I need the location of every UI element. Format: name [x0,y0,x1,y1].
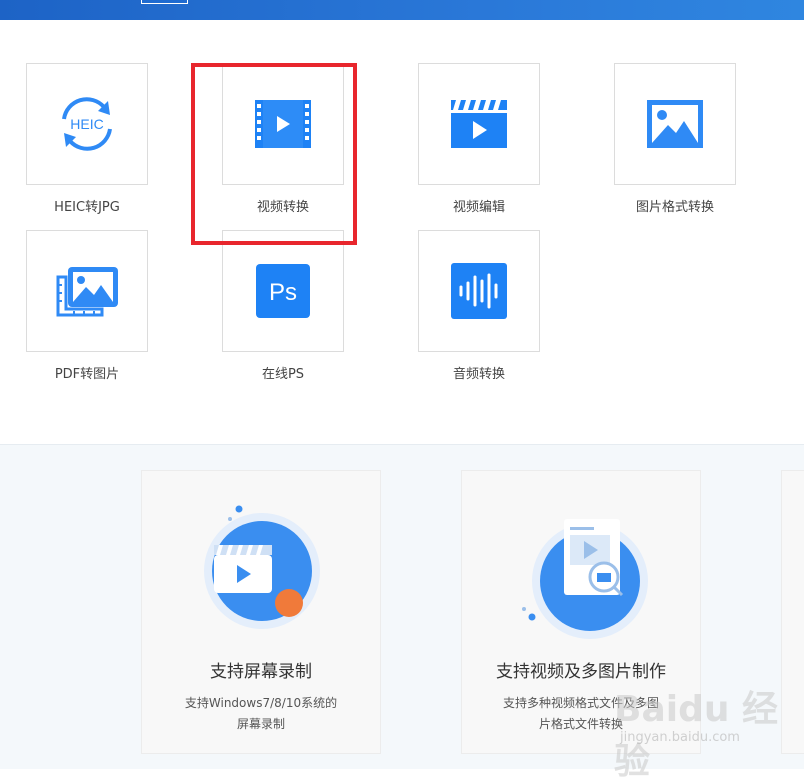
feature-title: 支持视频及多图片制作 [496,662,666,682]
video-convert-icon [255,100,311,148]
tool-video-convert-tile[interactable] [222,63,344,185]
feature-section: 支持屏幕录制 支持Windows7/8/10系统的 屏幕录制 支持视频及多图片制… [0,444,804,769]
tool-label: 音频转换 [452,367,505,382]
tool-image-format[interactable]: 图片格式转换 [614,63,736,217]
pdf-to-image-icon [56,267,118,317]
feature-description-line: 片格式文件转换 [538,717,623,731]
tool-image-format-tile[interactable] [614,63,736,185]
feature-card-video-image: 支持视频及多图片制作 支持多种视频格式文件及多图 片格式文件转换 [461,470,701,754]
tool-heic-to-jpg-tile[interactable]: HEIC [26,63,148,185]
tool-audio-convert-tile[interactable] [418,230,540,352]
tool-label: 图片格式转换 [635,200,714,215]
screen-record-illustration-icon [204,505,320,629]
tool-label: 视频编辑 [452,200,505,215]
tool-label: 视频转换 [256,200,309,215]
tool-pdf-to-image[interactable]: PDF转图片 [26,230,148,384]
feature-title: 支持屏幕录制 [210,662,312,682]
video-edit-icon [451,100,507,148]
tool-label: 在线PS [261,367,305,382]
photoshop-icon: Ps [256,264,310,318]
nav-tab-active[interactable] [141,0,188,4]
tool-label: HEIC转JPG [54,200,120,215]
heic-convert-icon: HEIC [62,97,112,151]
feature-description-line: 屏幕录制 [236,717,285,731]
tool-grid: HEIC HEIC转JPG 视频转换 视频编辑 图片格式转换 PDF转图片 Ps… [0,20,804,444]
feature-card-partial [781,470,804,754]
tool-video-edit-tile[interactable] [418,63,540,185]
image-format-icon [647,100,703,148]
feature-description-line: 支持Windows7/8/10系统的 [184,696,338,710]
tool-heic-to-jpg[interactable]: HEIC HEIC转JPG [26,63,148,217]
tool-online-ps[interactable]: Ps 在线PS [222,230,344,384]
svg-text:Ps: Ps [269,279,297,306]
video-image-illustration-icon [522,519,648,639]
audio-convert-icon [451,263,507,319]
feature-description: 支持Windows7/8/10系统的 屏幕录制 [162,693,360,735]
feature-description-line: 支持多种视频格式文件及多图 [502,696,659,710]
top-navigation-bar [0,0,804,20]
tool-video-edit[interactable]: 视频编辑 [418,63,540,217]
feature-description: 支持多种视频格式文件及多图 片格式文件转换 [482,693,680,735]
feature-card-screen-record: 支持屏幕录制 支持Windows7/8/10系统的 屏幕录制 [141,470,381,754]
tool-label: PDF转图片 [54,367,120,382]
tool-audio-convert[interactable]: 音频转换 [418,230,540,384]
tool-online-ps-tile[interactable]: Ps [222,230,344,352]
tool-video-convert[interactable]: 视频转换 [222,63,344,217]
svg-text:HEIC: HEIC [70,116,103,132]
tool-pdf-to-image-tile[interactable] [26,230,148,352]
